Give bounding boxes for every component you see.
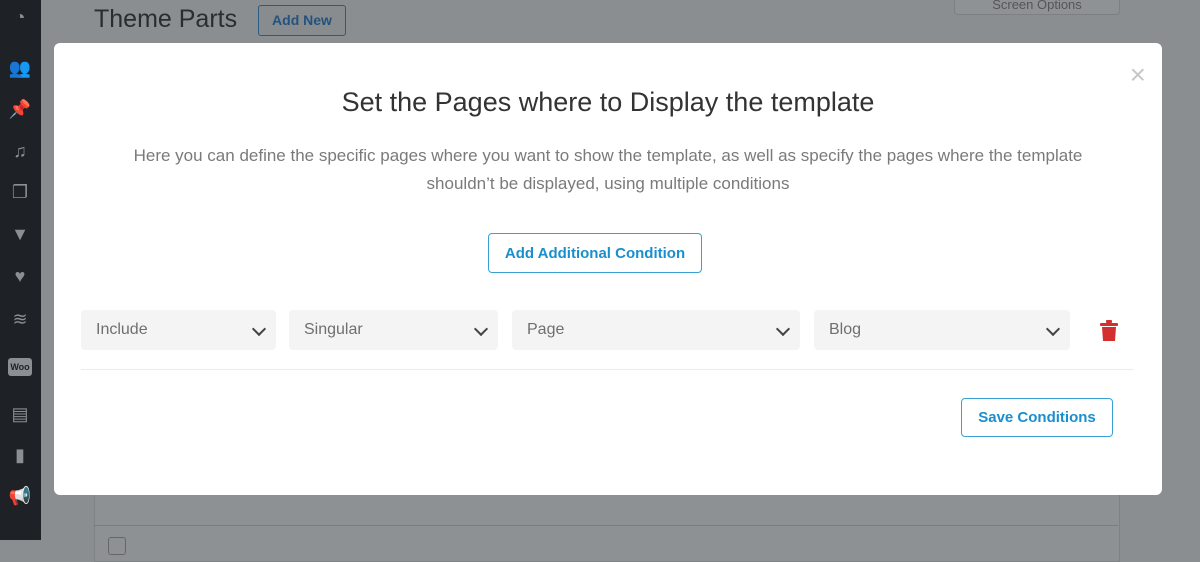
chevron-down-icon [1045, 321, 1061, 337]
screen-options-button[interactable]: Screen Options [954, 0, 1120, 15]
pages-icon[interactable]: ❐ [8, 181, 32, 203]
select-value: Include [96, 321, 148, 338]
users-icon[interactable]: 👥 [8, 57, 32, 79]
close-icon[interactable]: × [1130, 61, 1146, 89]
archive-icon[interactable]: ▤ [8, 403, 32, 425]
pin-icon[interactable]: 📌 [8, 98, 32, 120]
divider [94, 525, 1118, 526]
conditions-modal: × Set the Pages where to Display the tem… [54, 43, 1162, 495]
select-value: Page [527, 321, 565, 338]
chevron-down-icon [251, 321, 267, 337]
condition-item-select[interactable]: Blog [814, 310, 1070, 350]
divider [81, 369, 1134, 370]
condition-type-select[interactable]: Include [81, 310, 276, 350]
layers-icon[interactable]: ≋ [8, 308, 32, 330]
heart-icon[interactable]: ♥ [8, 265, 32, 287]
megaphone-icon[interactable]: 📢 [8, 485, 32, 507]
woo-icon[interactable]: Woo [8, 358, 32, 376]
condition-group-select[interactable]: Singular [289, 310, 498, 350]
save-conditions-button[interactable]: Save Conditions [961, 398, 1113, 437]
trash-icon[interactable] [1100, 320, 1118, 342]
comments-icon[interactable]: ▼ [8, 223, 32, 245]
stats-icon[interactable]: ▮ [8, 444, 32, 466]
condition-post-type-select[interactable]: Page [512, 310, 800, 350]
chevron-down-icon [473, 321, 489, 337]
page-title: Theme Parts [94, 5, 238, 33]
chevron-down-icon [775, 321, 791, 337]
media-icon[interactable]: ♫ [8, 140, 32, 162]
modal-title: Set the Pages where to Display the templ… [341, 87, 875, 117]
add-new-button[interactable]: Add New [258, 5, 346, 36]
select-value: Singular [304, 321, 363, 338]
admin-sidebar: ◔ 👥 📌 ♫ ❐ ▼ ♥ ≋ Woo ▤ ▮ 📢 [0, 0, 41, 540]
modal-description: Here you can define the specific pages w… [133, 146, 1083, 193]
dashboard-icon[interactable]: ◔ [8, 6, 32, 28]
select-value: Blog [829, 321, 862, 338]
add-condition-button[interactable]: Add Additional Condition [488, 233, 702, 273]
